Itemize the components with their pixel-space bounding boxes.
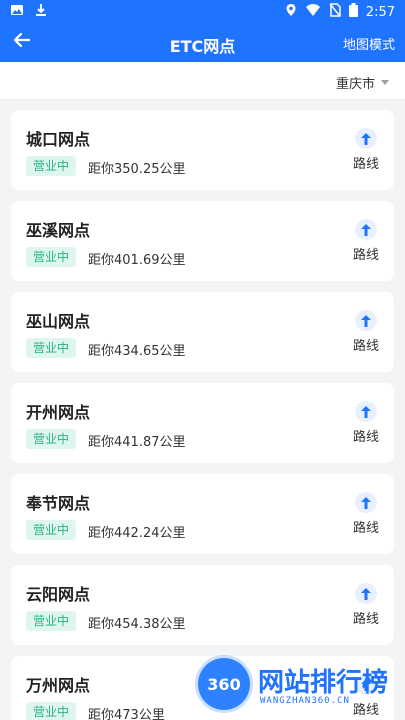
distance-text: 距你434.65公里	[88, 344, 186, 359]
status-badge: 营业中	[26, 429, 76, 449]
download-icon	[34, 3, 48, 21]
distance-text: 距你454.38公里	[88, 617, 186, 632]
wifi-icon	[305, 3, 321, 21]
outlet-card[interactable]: 云阳网点 营业中 距你454.38公里 路线	[11, 565, 394, 645]
map-mode-button[interactable]: 地图模式	[343, 34, 395, 53]
status-time: 2:57	[365, 4, 395, 20]
navigate-arrow-icon	[355, 128, 377, 149]
city-label: 重庆市	[335, 77, 375, 92]
status-badge: 营业中	[26, 247, 76, 267]
status-badge: 营业中	[26, 156, 76, 176]
route-label: 路线	[352, 521, 379, 536]
app-bar: 2:57 ETC网点 地图模式	[0, 0, 405, 62]
route-button[interactable]: 路线	[352, 310, 380, 354]
outlet-card[interactable]: 城口网点 营业中 距你350.25公里 路线	[11, 110, 394, 190]
distance-text: 距你441.87公里	[88, 435, 186, 450]
route-label: 路线	[352, 339, 379, 354]
navigate-arrow-icon	[355, 310, 377, 331]
watermark: 360 网站排行榜 WANGZHAN360.CN	[198, 656, 405, 720]
status-bar: 2:57	[0, 0, 405, 24]
outlet-card[interactable]: 奉节网点 营业中 距你442.24公里 路线	[11, 474, 394, 554]
route-label: 路线	[352, 248, 379, 263]
route-label: 路线	[352, 157, 379, 172]
battery-icon	[348, 3, 358, 21]
status-badge: 营业中	[26, 611, 76, 631]
outlet-name: 巫山网点	[26, 312, 91, 331]
route-button[interactable]: 路线	[352, 492, 380, 536]
route-button[interactable]: 路线	[352, 401, 380, 445]
outlet-name: 万州网点	[26, 676, 91, 695]
outlet-name: 奉节网点	[26, 494, 91, 513]
image-icon	[10, 3, 24, 21]
watermark-logo: 360	[198, 658, 250, 710]
navigate-arrow-icon	[355, 492, 377, 513]
watermark-subtitle: WANGZHAN360.CN	[260, 696, 350, 706]
route-label: 路线	[352, 612, 379, 627]
route-label: 路线	[352, 430, 379, 445]
no-sim-icon	[329, 3, 341, 21]
caret-down-icon	[381, 80, 389, 85]
outlet-name: 城口网点	[26, 130, 91, 149]
city-selector[interactable]: 重庆市	[336, 73, 389, 92]
outlet-card[interactable]: 巫溪网点 营业中 距你401.69公里 路线	[11, 201, 394, 281]
watermark-title: 网站排行榜	[258, 668, 389, 698]
filter-bar: 重庆市	[0, 62, 405, 100]
outlet-card[interactable]: 巫山网点 营业中 距你434.65公里 路线	[11, 292, 394, 372]
toolbar: ETC网点 地图模式	[0, 24, 405, 62]
navigate-arrow-icon	[355, 219, 377, 240]
outlet-card[interactable]: 开州网点 营业中 距你441.87公里 路线	[11, 383, 394, 463]
distance-text: 距你442.24公里	[88, 526, 186, 541]
distance-text: 距你473公里	[88, 708, 165, 720]
location-icon	[285, 3, 297, 21]
distance-text: 距你401.69公里	[88, 253, 186, 268]
outlet-name: 开州网点	[26, 403, 91, 422]
status-badge: 营业中	[26, 520, 76, 540]
route-button[interactable]: 路线	[352, 128, 380, 172]
outlet-name: 云阳网点	[26, 585, 91, 604]
route-button[interactable]: 路线	[352, 583, 380, 627]
outlet-name: 巫溪网点	[26, 221, 91, 240]
status-badge: 营业中	[26, 702, 76, 720]
status-badge: 营业中	[26, 338, 76, 358]
route-button[interactable]: 路线	[352, 219, 380, 263]
navigate-arrow-icon	[355, 401, 377, 422]
navigate-arrow-icon	[355, 583, 377, 604]
distance-text: 距你350.25公里	[88, 162, 186, 177]
